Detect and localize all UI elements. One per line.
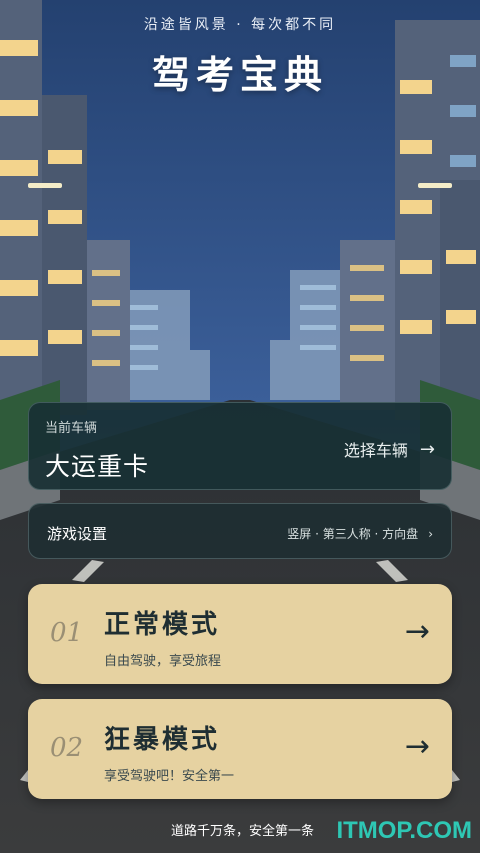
mode-title: 狂暴模式 bbox=[104, 725, 221, 755]
mode-title: 正常模式 bbox=[104, 610, 221, 640]
header-slogan: 沿途皆风景 · 每次都不同 bbox=[143, 17, 337, 33]
current-vehicle-card[interactable]: 当前车辆 大运重卡 选择车辆 → bbox=[28, 402, 452, 490]
select-vehicle-label: 选择车辆 bbox=[343, 441, 408, 460]
crazy-mode-button[interactable]: 02 狂暴模式 享受驾驶吧！安全第一 → bbox=[28, 699, 452, 799]
header: 沿途皆风景 · 每次都不同 驾考宝典 bbox=[0, 14, 480, 99]
settings-value: 竖屏 · 第三人称 · 方向盘 bbox=[287, 527, 419, 541]
arrow-right-icon: → bbox=[419, 438, 435, 460]
select-vehicle-button[interactable]: 选择车辆 → bbox=[344, 437, 435, 461]
normal-mode-button[interactable]: 01 正常模式 自由驾驶，享受旅程 → bbox=[28, 584, 452, 684]
mode-subtitle: 自由驾驶，享受旅程 bbox=[104, 654, 222, 669]
watermark-logo: ITMOP.COM bbox=[336, 817, 472, 844]
game-settings-row[interactable]: 游戏设置 竖屏 · 第三人称 · 方向盘 › bbox=[28, 503, 452, 559]
vehicle-caption: 当前车辆 bbox=[45, 421, 98, 436]
settings-label: 游戏设置 bbox=[47, 525, 108, 543]
vehicle-name: 大运重卡 bbox=[45, 452, 150, 481]
arrow-right-icon: → bbox=[404, 729, 430, 764]
arrow-right-icon: → bbox=[404, 614, 430, 649]
settings-value-group: 竖屏 · 第三人称 · 方向盘 › bbox=[287, 525, 433, 542]
footer-safety-text: 道路千万条，安全第一条 bbox=[170, 824, 314, 839]
mode-number: 02 bbox=[50, 733, 84, 763]
mode-subtitle: 享受驾驶吧！安全第一 bbox=[104, 769, 235, 784]
chevron-right-icon: › bbox=[428, 526, 433, 541]
mode-number: 01 bbox=[50, 618, 84, 648]
app-title: 驾考宝典 bbox=[151, 53, 328, 97]
